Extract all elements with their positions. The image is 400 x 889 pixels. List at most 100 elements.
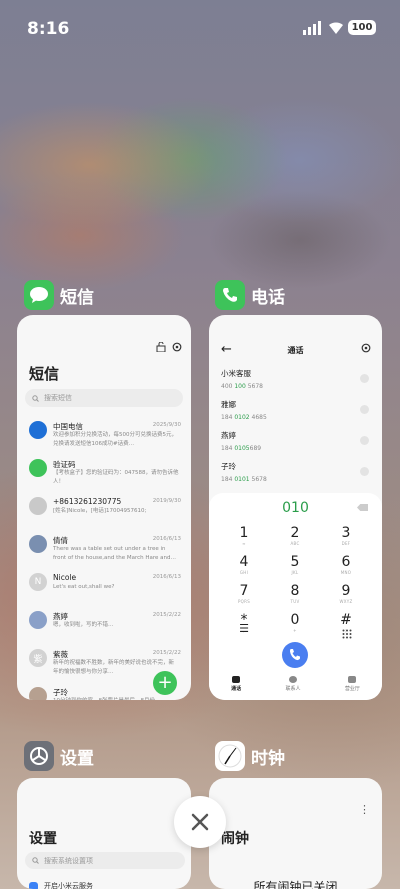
caller-number: 184 0102 4685 xyxy=(221,414,371,421)
contact-avatar xyxy=(29,497,47,515)
phone-app-card[interactable]: ← 通话 小米客服 400 100 5678 雅娜 184 0102 4685 燕婷 18… xyxy=(209,315,382,700)
dialpad-key[interactable]: 3 DEF xyxy=(331,525,361,546)
close-all-button[interactable] xyxy=(174,796,226,848)
new-message-button[interactable]: + xyxy=(153,671,177,695)
settings-app-card[interactable]: 设置 搜索系统设置项 开启小米云服务 xyxy=(17,778,191,889)
clock-app-icon xyxy=(215,741,245,771)
close-icon xyxy=(191,813,209,831)
thread-preview: 嗯，收到啦，写的不错… xyxy=(53,622,114,628)
tab-calls[interactable]: 通话 xyxy=(231,676,241,692)
number-match: 0101 xyxy=(234,476,250,483)
key-digit: 5 xyxy=(290,554,300,570)
caller-name: 小米客服 xyxy=(221,369,251,378)
clock-app-card[interactable]: ⋮ 闹钟 所有闹钟已关闭 xyxy=(209,778,382,889)
key-letters: TUV xyxy=(290,599,300,604)
key-letters: DEF xyxy=(341,541,351,546)
settings-search-input[interactable]: 搜索系统设置项 xyxy=(25,852,185,869)
thread-date: 2016/6/13 xyxy=(152,574,181,580)
tab-label: 联系人 xyxy=(285,686,301,692)
tab-contacts[interactable]: 联系人 xyxy=(285,676,301,692)
settings-title: 设置 xyxy=(29,831,57,847)
caller-number: 184 0105689 xyxy=(221,445,371,452)
key-letters: JKL xyxy=(291,570,299,575)
tab-service-hall[interactable]: 营业厅 xyxy=(345,676,360,692)
message-thread[interactable]: 验证码 【考核盒子】您的验证码为：047588，请勿告诉他人！ xyxy=(25,457,185,495)
number-match: 100 xyxy=(234,383,246,390)
phone-app-header[interactable]: 电话 xyxy=(215,280,285,310)
call-button[interactable] xyxy=(282,642,308,668)
phone-bottom-nav: 通话 联系人 营业厅 xyxy=(209,676,382,692)
contact-avatar xyxy=(29,535,47,553)
number-suffix: 4685 xyxy=(249,414,267,421)
dialpad-key[interactable]: 1 ∞ xyxy=(229,525,259,546)
message-thread[interactable]: 倩倩 2016/6/13 There was a table set out und… xyxy=(25,533,185,571)
message-thread[interactable]: +8613261230775 2019/9/30 [姓名]Nicole，[电话]17… xyxy=(25,495,185,533)
message-thread[interactable]: 中国电信 2025/9/30 欢迎参加积分兑换活动，每500分可兑换话费5元，兑换请… xyxy=(25,419,185,457)
contact-avatar xyxy=(29,611,47,629)
settings-app-name: 设置 xyxy=(60,748,94,769)
call-info-icon[interactable] xyxy=(360,374,369,383)
lock-icon[interactable] xyxy=(156,342,166,352)
call-info-icon[interactable] xyxy=(360,436,369,445)
number-suffix: 5678 xyxy=(245,383,263,390)
key-digit: 2 xyxy=(290,525,300,541)
call-info-icon[interactable] xyxy=(360,467,369,476)
key-letters: PQRS xyxy=(237,599,251,604)
caller-number: 184 0101 5678 xyxy=(221,476,371,483)
number-prefix: 184 xyxy=(221,414,235,421)
clock-app-name: 时钟 xyxy=(251,748,285,769)
key-digit: 9 xyxy=(341,583,351,599)
clock-app-header[interactable]: 时钟 xyxy=(215,741,285,771)
caller-number: 400 100 5678 xyxy=(221,383,371,390)
key-digit: 1 xyxy=(239,525,249,541)
more-options-icon[interactable]: ⋮ xyxy=(359,803,370,816)
thread-preview: [姓名]Nicole，[电话]17004957610; xyxy=(53,508,147,514)
messages-app-card[interactable]: 短信 搜索短信 中国电信 2025/9/30 欢迎参加积分兑换活动，每500分可兑换… xyxy=(17,315,191,700)
dialpad-key[interactable]: 6 MNO xyxy=(331,554,361,575)
dialpad-key[interactable]: 5 JKL xyxy=(280,554,310,575)
messages-app-name: 短信 xyxy=(60,287,94,308)
battery-indicator: 100 xyxy=(348,20,376,35)
contact-avatar xyxy=(29,687,47,700)
dialpad-key[interactable]: 7 PQRS xyxy=(229,583,259,604)
settings-app-header[interactable]: 设置 xyxy=(24,741,94,771)
call-info-icon[interactable] xyxy=(360,405,369,414)
recent-call-item[interactable]: 小米客服 400 100 5678 xyxy=(221,368,371,398)
key-letters: MNO xyxy=(340,570,352,575)
dialpad-toggle-icon[interactable] xyxy=(332,624,362,643)
number-prefix: 184 xyxy=(221,445,235,452)
messages-search-input[interactable]: 搜索短信 xyxy=(25,389,183,407)
key-digit: 4 xyxy=(239,554,249,570)
messages-app-icon xyxy=(24,280,54,310)
settings-gear-icon[interactable] xyxy=(361,343,371,353)
contact-avatar xyxy=(29,459,47,477)
phone-call-icon xyxy=(290,649,300,661)
tab-label: 营业厅 xyxy=(344,686,360,692)
thread-date: 2025/9/30 xyxy=(152,422,181,428)
thread-preview: 10分钟到你的家，8张票片是最后，8月份… xyxy=(53,697,179,700)
phone-title: 通话 xyxy=(287,346,304,355)
message-thread[interactable]: 燕婷 2015/2/22 嗯，收到啦，写的不错… xyxy=(25,609,185,647)
key-letters: + xyxy=(293,628,297,633)
dialpad: 010 1 ∞ 2 ABC 3 DEF 4 GHI 5 JKL 6 MNO 7 PQRS 8 TUV 9 WXYZ… xyxy=(209,493,382,700)
dialpad-key[interactable]: 2 ABC xyxy=(280,525,310,546)
message-thread[interactable]: N Nicole 2016/6/13 Let's eat out,shall we? xyxy=(25,571,185,609)
contacts-tab-icon xyxy=(288,676,297,683)
recent-call-item[interactable]: 燕婷 184 0105689 xyxy=(221,430,371,460)
key-letters: GHI xyxy=(239,570,249,575)
thread-date: 2015/2/22 xyxy=(152,612,181,618)
settings-row-cloud[interactable]: 开启小米云服务 xyxy=(29,881,93,889)
dialpad-key[interactable]: 0 + xyxy=(280,612,310,633)
key-digit: 7 xyxy=(239,583,249,599)
recent-call-item[interactable]: 子玲 184 0101 5678 xyxy=(221,461,371,491)
menu-icon[interactable]: ☰ xyxy=(229,622,259,635)
recent-call-item[interactable]: 雅娜 184 0102 4685 xyxy=(221,399,371,429)
dialpad-key[interactable]: 4 GHI xyxy=(229,554,259,575)
dialpad-key[interactable]: 9 WXYZ xyxy=(331,583,361,604)
messages-app-header[interactable]: 短信 xyxy=(24,280,94,310)
key-letters: WXYZ xyxy=(339,599,353,604)
key-digit: 6 xyxy=(341,554,351,570)
settings-gear-icon[interactable] xyxy=(172,342,182,352)
thread-preview: Let's eat out,shall we? xyxy=(53,584,115,590)
dialpad-key[interactable]: 8 TUV xyxy=(280,583,310,604)
